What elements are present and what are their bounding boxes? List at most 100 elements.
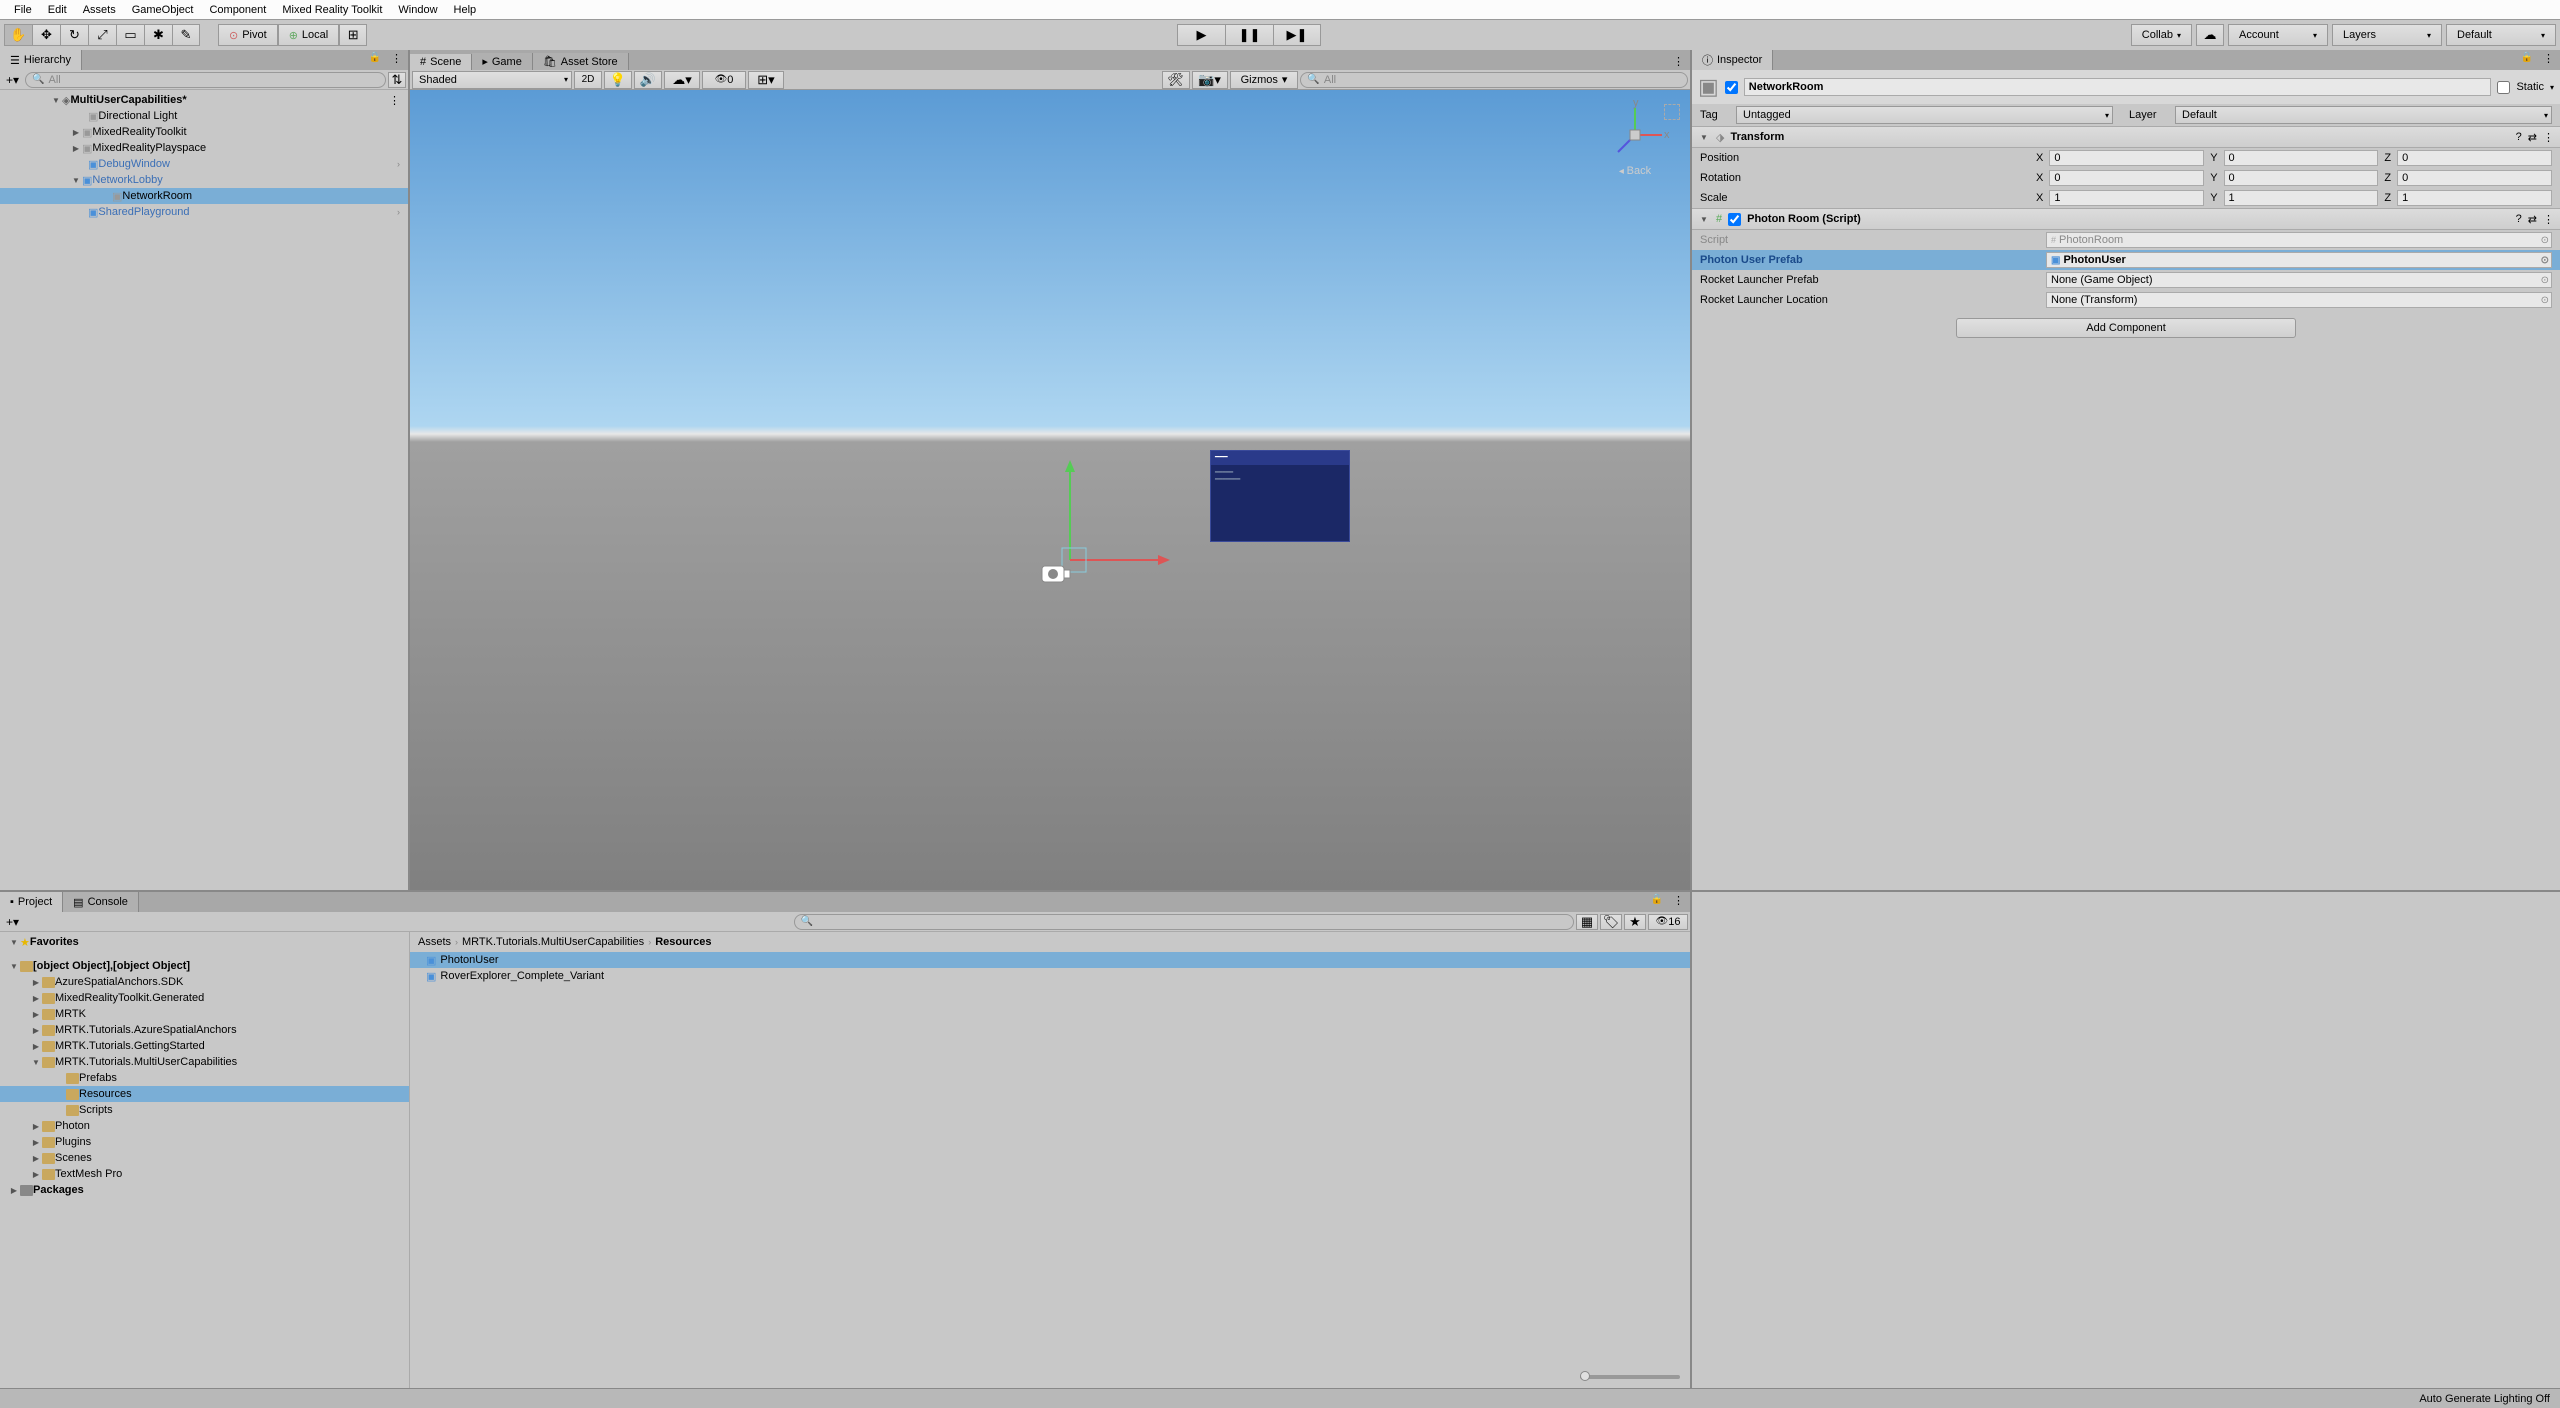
add-component-button[interactable]: Add Component (1956, 318, 2296, 338)
rect-tool[interactable]: ▭ (116, 24, 144, 46)
snap-toggle[interactable]: ⊞ (339, 24, 367, 46)
scale-y[interactable] (2224, 190, 2379, 206)
hierarchy-item[interactable]: DebugWindow (98, 158, 170, 170)
pivot-toggle[interactable]: ⊙Pivot (218, 24, 278, 46)
console-tab[interactable]: ▤ Console (63, 892, 139, 912)
local-toggle[interactable]: ⊕Local (278, 24, 340, 46)
assets-header[interactable]: [object Object],[object Object] (33, 960, 190, 972)
user-prefab-field[interactable]: ▣PhotonUser (2046, 252, 2552, 268)
help-icon[interactable]: ? (2516, 213, 2522, 225)
folder-item[interactable]: AzureSpatialAnchors.SDK (55, 976, 183, 988)
launcher-loc-field[interactable]: None (Transform) (2046, 292, 2552, 308)
project-tab[interactable]: ▪ Project (0, 892, 63, 912)
cloud-button[interactable]: ☁ (2196, 24, 2224, 46)
2d-toggle[interactable]: 2D (574, 71, 602, 89)
layer-dropdown[interactable]: Default (2175, 106, 2552, 124)
gizmos-dropdown[interactable]: Gizmos▾ (1230, 71, 1299, 89)
tools-icon[interactable]: 🛠 (1162, 71, 1190, 89)
position-y[interactable] (2224, 150, 2379, 166)
position-z[interactable] (2397, 150, 2552, 166)
folder-item[interactable]: MRTK.Tutorials.AzureSpatialAnchors (55, 1024, 237, 1036)
filter-icon[interactable]: ▦ (1576, 914, 1598, 930)
pause-button[interactable]: ❚❚ (1225, 24, 1273, 46)
hierarchy-search[interactable]: 🔍 All (25, 72, 386, 88)
menu-edit[interactable]: Edit (40, 4, 75, 16)
rotation-x[interactable] (2049, 170, 2204, 186)
account-dropdown[interactable]: Account▾ (2228, 24, 2328, 46)
static-checkbox[interactable] (2497, 81, 2510, 94)
scene-menu-icon[interactable]: ⋮ (1667, 53, 1690, 70)
packages-header[interactable]: Packages (33, 1184, 84, 1196)
rotation-z[interactable] (2397, 170, 2552, 186)
chevron-right-icon[interactable]: › (397, 207, 400, 217)
audio-icon[interactable]: 🔊 (634, 71, 662, 89)
menu-gameobject[interactable]: GameObject (124, 4, 202, 16)
menu-window[interactable]: Window (390, 4, 445, 16)
help-icon[interactable]: ? (2516, 131, 2522, 143)
asset-store-tab[interactable]: 🛍 Asset Store (533, 53, 629, 70)
hierarchy-item[interactable]: Directional Light (98, 110, 177, 122)
favorite-icon[interactable]: ★ (1624, 914, 1646, 930)
script-field[interactable]: #PhotonRoom (2046, 232, 2552, 248)
active-checkbox[interactable] (1725, 81, 1738, 94)
play-button[interactable]: ▶ (1177, 24, 1225, 46)
label-icon[interactable]: 🏷 (1600, 914, 1622, 930)
project-search[interactable]: 🔍 (794, 914, 1574, 930)
foldout-icon[interactable]: ▶ (70, 128, 82, 137)
folder-item[interactable]: Photon (55, 1120, 90, 1132)
custom-tool[interactable]: ✎ (172, 24, 200, 46)
orientation-gizmo[interactable]: y x ◂ Back (1600, 100, 1670, 170)
transform-tool[interactable]: ✱ (144, 24, 172, 46)
scale-z[interactable] (2397, 190, 2552, 206)
component-enabled[interactable] (1728, 213, 1741, 226)
folder-item[interactable]: Plugins (55, 1136, 91, 1148)
hierarchy-item[interactable]: MixedRealityPlayspace (92, 142, 206, 154)
scene-panel-object[interactable]: ━━━ ━━━━━━━━━━━━ (1210, 450, 1350, 542)
lighting-status[interactable]: Auto Generate Lighting Off (2419, 1393, 2550, 1405)
grid-dropdown[interactable]: ⊞▾ (748, 71, 784, 89)
photon-room-header[interactable]: ▼# Photon Room (Script) ? ⇄ ⋮ (1692, 208, 2560, 230)
favorites-header[interactable]: Favorites (30, 936, 79, 948)
menu-assets[interactable]: Assets (75, 4, 124, 16)
lighting-icon[interactable]: 💡 (604, 71, 632, 89)
create-dropdown[interactable]: +▾ (2, 73, 23, 87)
component-menu-icon[interactable]: ⋮ (2543, 131, 2554, 144)
menu-file[interactable]: File (6, 4, 40, 16)
asset-item-selected[interactable]: ▣PhotonUser (410, 952, 1690, 968)
folder-item[interactable]: Scripts (79, 1104, 113, 1116)
thumbnail-slider[interactable] (1580, 1375, 1680, 1379)
foldout-icon[interactable]: ▶ (70, 144, 82, 153)
preset-icon[interactable]: ⇄ (2528, 213, 2537, 226)
project-lock-icon[interactable]: 🔒 (1647, 892, 1667, 912)
camera-preview-icon[interactable] (1664, 104, 1680, 120)
hierarchy-lock-icon[interactable]: 🔒 (365, 50, 385, 70)
scene-tab[interactable]: # Scene (410, 54, 472, 70)
breadcrumb-item[interactable]: Resources (655, 936, 711, 948)
layers-dropdown[interactable]: Layers▾ (2332, 24, 2442, 46)
scale-x[interactable] (2049, 190, 2204, 206)
component-menu-icon[interactable]: ⋮ (2543, 213, 2554, 226)
menu-help[interactable]: Help (446, 4, 485, 16)
hierarchy-sort-icon[interactable]: ⇅ (388, 72, 406, 88)
foldout-icon[interactable]: ▼ (70, 176, 82, 185)
scale-tool[interactable]: ⤢ (88, 24, 116, 46)
hierarchy-item[interactable]: SharedPlayground (98, 206, 189, 218)
shading-dropdown[interactable]: Shaded (412, 71, 572, 89)
hierarchy-item-selected[interactable]: NetworkRoom (122, 190, 192, 202)
inspector-menu-icon[interactable]: ⋮ (2537, 50, 2560, 70)
object-name-field[interactable] (1744, 78, 2492, 96)
asset-item[interactable]: ▣RoverExplorer_Complete_Variant (410, 968, 1690, 984)
menu-mrtk[interactable]: Mixed Reality Toolkit (274, 4, 390, 16)
folder-item[interactable]: MRTK.Tutorials.GettingStarted (55, 1040, 205, 1052)
scene-name[interactable]: MultiUserCapabilities* (70, 94, 186, 106)
inspector-tab[interactable]: ⓘ Inspector (1692, 50, 1773, 70)
hierarchy-menu-icon[interactable]: ⋮ (385, 50, 408, 70)
breadcrumb-item[interactable]: MRTK.Tutorials.MultiUserCapabilities (462, 936, 644, 948)
folder-item-selected[interactable]: Resources (79, 1088, 132, 1100)
menu-component[interactable]: Component (201, 4, 274, 16)
camera-dropdown[interactable]: 📷▾ (1192, 71, 1228, 89)
rotate-tool[interactable]: ↻ (60, 24, 88, 46)
step-button[interactable]: ▶❚ (1273, 24, 1321, 46)
hierarchy-item[interactable]: MixedRealityToolkit (92, 126, 186, 138)
hidden-count[interactable]: 👁16 (1648, 914, 1688, 930)
